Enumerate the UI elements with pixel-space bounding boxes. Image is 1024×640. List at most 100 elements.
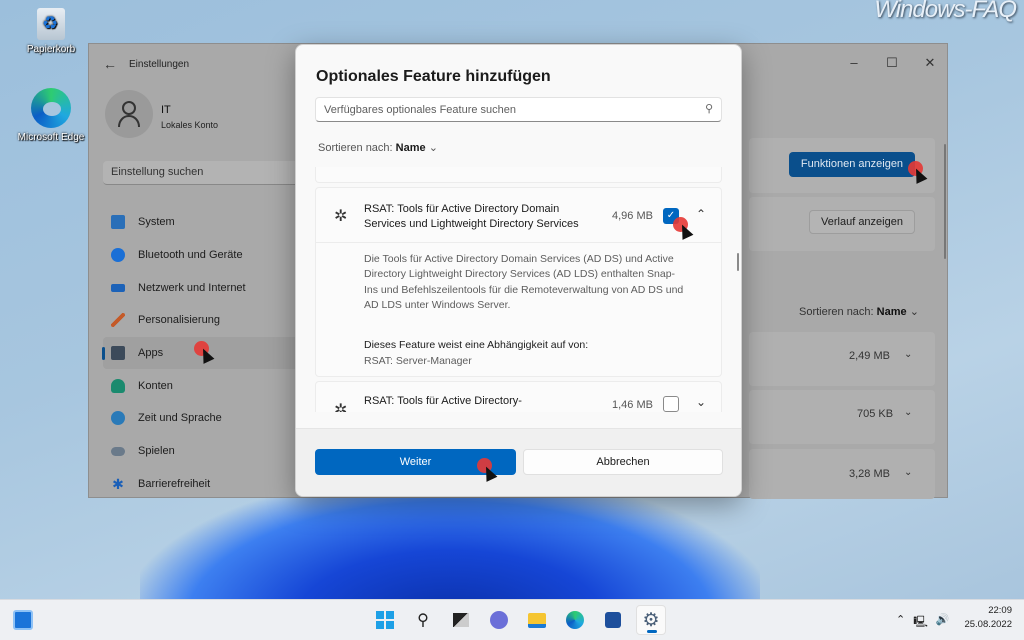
sidebar-item-label: Konten [138, 379, 173, 392]
clock[interactable]: 22:09 25.08.2022 [964, 604, 1012, 632]
feature-row-header[interactable]: ✲ RSAT: Tools für Active Directory Domai… [316, 188, 721, 243]
accessibility-icon: ✱ [112, 475, 124, 492]
maximize-button[interactable]: ☐ [877, 50, 907, 76]
feature-description: Die Tools für Active Directory Domain Se… [364, 253, 684, 311]
chevron-down-icon: ⌄ [428, 142, 438, 154]
apps-icon [111, 346, 125, 361]
feature-row[interactable]: ✲ RSAT: Tools für Active Directory Domai… [315, 187, 722, 377]
sidebar-item-label: Netzwerk und Internet [138, 281, 246, 294]
settings-search-input[interactable]: Einstellung suchen [103, 161, 303, 185]
start-icon [376, 611, 394, 629]
chevron-up-icon[interactable]: ⌃ [896, 613, 905, 632]
chevron-down-icon[interactable]: ⌄ [904, 407, 912, 418]
sidebar-item-system[interactable]: System [103, 206, 303, 239]
account-icon [111, 378, 125, 393]
feature-name: RSAT: Tools für Active Directory- [364, 395, 522, 407]
clock-globe-icon [111, 411, 125, 426]
feature-size: 4,96 MB [612, 210, 653, 222]
volume-icon[interactable]: 🔊 [936, 613, 950, 632]
watermark: Windows-FAQ [874, 0, 1017, 23]
back-arrow-icon[interactable]: ← [103, 56, 117, 72]
search-icon[interactable]: ⚲ [705, 102, 713, 115]
desktop-icon-label: Papierkorb [26, 44, 76, 55]
feature-search-input[interactable]: Verfügbares optionales Feature suchen ⚲ [315, 97, 722, 122]
sidebar-item-label: Bluetooth und Geräte [138, 249, 243, 262]
search-icon[interactable]: ⚲ [408, 605, 438, 635]
dialog-scrollbar[interactable] [737, 253, 739, 271]
bluetooth-icon [111, 248, 125, 263]
installed-size: 705 KB [857, 408, 894, 420]
feature-row-partial[interactable] [315, 167, 722, 183]
system-icon [111, 215, 125, 230]
installed-sort[interactable]: Sortieren nach: Name ⌄ [799, 305, 919, 318]
user-name: IT [161, 104, 171, 116]
view-history-button[interactable]: Verlauf anzeigen [809, 210, 915, 234]
chevron-down-icon[interactable]: ⌄ [696, 395, 706, 409]
feature-size: 1,46 MB [612, 399, 653, 411]
desktop-icon-edge[interactable]: Microsoft Edge [11, 88, 91, 143]
brush-icon [111, 313, 125, 328]
time: 22:09 [988, 605, 1012, 616]
widgets-icon[interactable] [13, 610, 33, 630]
start-button[interactable] [370, 605, 400, 635]
feature-checkbox[interactable] [663, 396, 679, 412]
dialog-sort-dropdown[interactable]: Sortieren nach: Name ⌄ [318, 141, 438, 154]
sidebar-item-label: Spielen [138, 445, 175, 458]
avatar[interactable] [105, 90, 153, 138]
store-icon[interactable] [598, 605, 628, 635]
file-explorer-icon[interactable] [522, 605, 552, 635]
desktop-icon-recycle-bin[interactable]: Papierkorb [11, 8, 91, 55]
wifi-icon [111, 283, 125, 292]
window-title: Einstellungen [129, 59, 190, 70]
settings-scrollbar[interactable] [944, 144, 946, 259]
sidebar-item-network[interactable]: Netzwerk und Internet [103, 271, 303, 304]
chevron-down-icon[interactable]: ⌄ [904, 349, 912, 360]
sidebar-item-accessibility[interactable]: ✱ Barrierefreiheit [103, 468, 303, 501]
dialog-title: Optionales Feature hinzufügen [316, 68, 551, 85]
user-icon [118, 101, 140, 128]
edge-icon[interactable] [560, 605, 590, 635]
sidebar-item-accounts[interactable]: Konten [103, 369, 303, 402]
cancel-button[interactable]: Abbrechen [523, 449, 723, 475]
dialog-footer: Weiter Abbrechen [296, 428, 741, 496]
minimize-button[interactable]: – [839, 50, 869, 76]
view-features-button[interactable]: Funktionen anzeigen [789, 152, 915, 177]
sidebar-item-label: Apps [138, 347, 164, 360]
edge-icon [31, 88, 71, 128]
sort-value: Name [395, 142, 426, 154]
puzzle-icon: ✲ [334, 402, 348, 412]
installed-size: 3,28 MB [849, 468, 890, 480]
sidebar-item-label: Zeit und Sprache [138, 412, 222, 425]
task-view-icon[interactable] [446, 605, 476, 635]
settings-gear-icon[interactable]: ⚙ [636, 605, 666, 635]
gamepad-icon [111, 446, 125, 456]
search-placeholder: Verfügbares optionales Feature suchen [324, 104, 517, 116]
teams-chat-icon[interactable] [484, 605, 514, 635]
close-button[interactable]: ✕ [915, 50, 945, 76]
feature-row[interactable]: ✲ RSAT: Tools für Active Directory- 1,46… [315, 381, 722, 412]
sort-label: Sortieren nach: [799, 306, 874, 318]
chevron-down-icon[interactable]: ⌄ [904, 467, 912, 478]
chevron-down-icon: ⌄ [909, 306, 919, 318]
sidebar-item-time-language[interactable]: Zeit und Sprache [103, 402, 303, 435]
feature-name: RSAT: Tools für Active Directory Domain … [364, 203, 579, 230]
recycle-bin-icon [37, 8, 65, 40]
sidebar-item-gaming[interactable]: Spielen [103, 435, 303, 468]
taskbar: ⚲ ⚙ ⌃ 🖳 🔊 22:09 25.08.2022 [0, 599, 1024, 640]
add-optional-feature-dialog: Optionales Feature hinzufügen Verfügbare… [295, 44, 742, 497]
sidebar-item-label: System [138, 216, 175, 229]
network-icon[interactable]: 🖳 [913, 613, 928, 632]
dependency-label: Dieses Feature weist eine Abhängigkeit a… [364, 339, 589, 351]
feature-list: ✲ RSAT: Tools für Active Directory Domai… [315, 167, 722, 412]
taskbar-apps: ⚲ ⚙ [370, 605, 666, 635]
sidebar-item-bluetooth[interactable]: Bluetooth und Geräte [103, 239, 303, 272]
sidebar-item-label: Personalisierung [138, 314, 220, 327]
account-type: Lokales Konto [161, 120, 219, 130]
dependency-value: RSAT: Server-Manager [364, 355, 472, 367]
chevron-up-icon[interactable]: ⌃ [696, 207, 706, 221]
sidebar-item-personalization[interactable]: Personalisierung [103, 304, 303, 337]
installed-size: 2,49 MB [849, 350, 890, 362]
system-tray: ⌃ 🖳 🔊 [896, 613, 950, 632]
date: 25.08.2022 [964, 619, 1012, 630]
sort-label: Sortieren nach: [318, 142, 393, 154]
